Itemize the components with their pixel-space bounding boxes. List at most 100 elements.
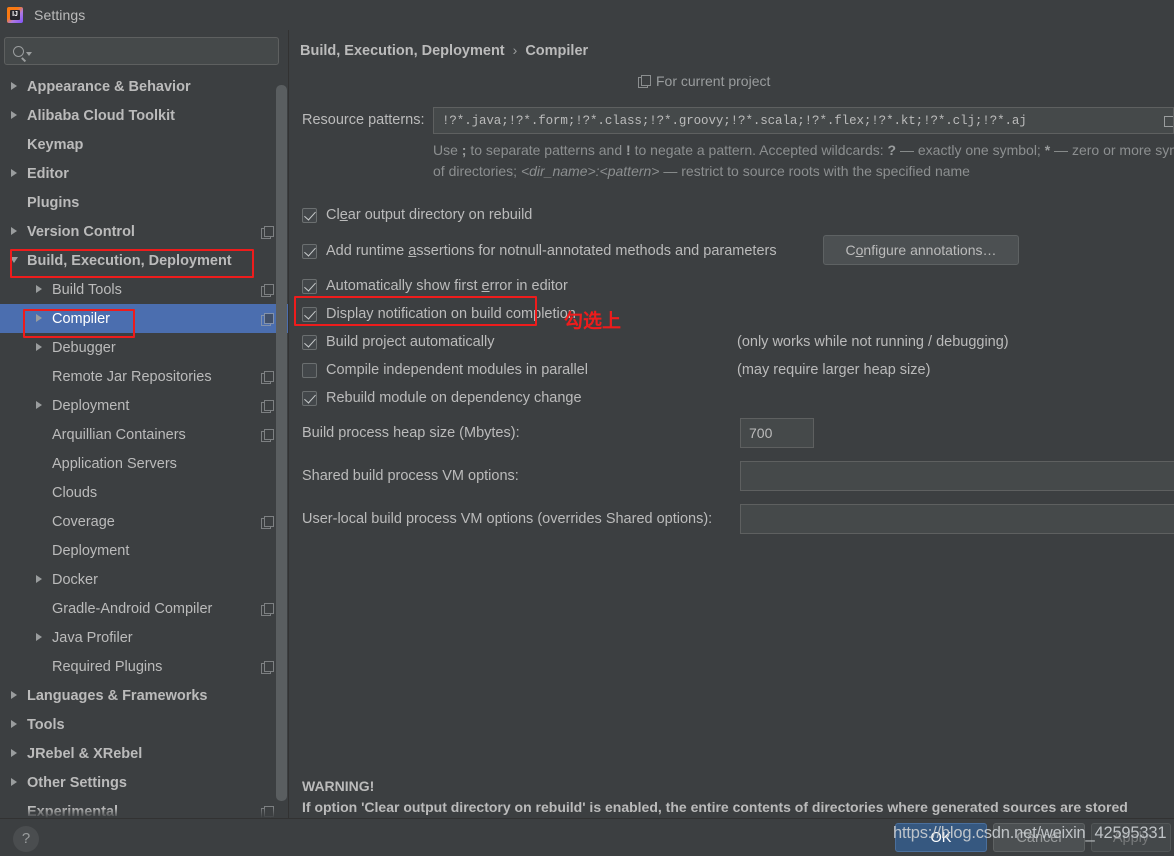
chevron-right-icon[interactable] [10, 111, 19, 120]
search-input[interactable] [37, 39, 278, 63]
sidebar-item-debugger[interactable]: Debugger [0, 333, 288, 362]
chevron-right-icon[interactable] [10, 82, 19, 91]
resource-patterns-label: Resource patterns: [302, 112, 425, 128]
chevron-down-icon[interactable] [10, 256, 19, 265]
checkbox-add-runtime-assertions[interactable]: Add runtime assertions for notnull-annot… [302, 243, 777, 259]
checkbox-box[interactable] [302, 334, 317, 350]
shared-build-vm-options-input[interactable] [741, 462, 1174, 490]
sidebar-item-languages-frameworks[interactable]: Languages & Frameworks [0, 681, 288, 710]
sidebar-item-keymap[interactable]: Keymap [0, 130, 288, 159]
project-scope-icon [261, 515, 274, 529]
checkbox-compile-independent-modules-in-parallel[interactable]: Compile independent modules in parallel [302, 362, 588, 378]
checkbox-box[interactable] [302, 243, 317, 259]
annotation-note-check-this: 勾选上 [564, 311, 622, 332]
sidebar-item-version-control[interactable]: Version Control [0, 217, 288, 246]
sidebar-item-label: Arquillian Containers [52, 426, 186, 443]
warning-line-2: If option 'Clear output directory on reb… [302, 799, 1128, 815]
settings-tree[interactable]: Appearance & Behavior Alibaba Cloud Toolk… [0, 72, 288, 818]
sidebar-item-editor[interactable]: Editor [0, 159, 288, 188]
sidebar-scrollbar[interactable] [276, 85, 287, 805]
chevron-right-icon[interactable] [35, 575, 44, 584]
sidebar-item-docker[interactable]: Docker [0, 565, 288, 594]
expand-field-icon[interactable] [1163, 111, 1173, 131]
sidebar-item-other-settings[interactable]: Other Settings [0, 768, 288, 797]
build-process-heap-size-field[interactable] [740, 418, 814, 448]
checkbox-box[interactable] [302, 306, 317, 322]
project-scope-icon [261, 225, 274, 239]
sidebar-item-label: Required Plugins [52, 658, 163, 675]
sidebar-item-label: Compiler [52, 310, 111, 327]
desc-text: — zero or [1050, 142, 1116, 158]
sidebar-item-label: Keymap [27, 136, 84, 153]
intellij-idea-logo-icon [7, 7, 23, 23]
desc-text: Use [433, 142, 462, 158]
compiler-settings-pane: Build, Execution, Deployment › Compiler … [290, 30, 1174, 818]
user-local-build-vm-options-input[interactable] [741, 505, 1174, 533]
for-current-project-text: For current project [656, 73, 771, 89]
sidebar-item-label: JRebel & XRebel [27, 745, 143, 762]
chevron-right-icon[interactable] [35, 633, 44, 642]
chevron-right-icon[interactable] [10, 227, 19, 236]
sidebar-item-build-execution-deployment[interactable]: Build, Execution, Deployment [0, 246, 288, 275]
sidebar-item-clouds[interactable]: Clouds [0, 478, 288, 507]
configure-annotations-button[interactable]: Configure annotations… [823, 235, 1019, 265]
chevron-right-icon[interactable] [10, 169, 19, 178]
project-scope-icon [261, 602, 274, 616]
checkbox-box[interactable] [302, 207, 317, 223]
chevron-right-icon[interactable] [10, 691, 19, 700]
sidebar-item-plugins[interactable]: Plugins [0, 188, 288, 217]
build-process-heap-size-input[interactable] [741, 419, 813, 447]
resource-patterns-input[interactable] [434, 113, 1173, 128]
sidebar-item-label: Appearance & Behavior [27, 78, 191, 95]
warning-message: WARNING! If option 'Clear output directo… [302, 776, 1128, 818]
sidebar-item-jrebel-xrebel[interactable]: JRebel & XRebel [0, 739, 288, 768]
chevron-right-icon[interactable] [35, 314, 44, 323]
help-button[interactable]: ? [13, 826, 39, 852]
sidebar-item-deployment[interactable]: Deployment [0, 391, 288, 420]
sidebar-scrollbar-thumb[interactable] [276, 85, 287, 801]
sidebar-item-compiler[interactable]: Compiler [0, 304, 288, 333]
checkbox-box[interactable] [302, 278, 317, 294]
checkbox-box[interactable] [302, 362, 317, 378]
project-scope-icon [261, 283, 274, 297]
checkbox-build-project-automatically[interactable]: Build project automatically [302, 334, 494, 350]
sidebar-item-alibaba-cloud-toolkit[interactable]: Alibaba Cloud Toolkit [0, 101, 288, 130]
sidebar-item-application-servers[interactable]: Application Servers [0, 449, 288, 478]
shared-build-vm-options-label: Shared build process VM options: [302, 468, 519, 484]
checkbox-box[interactable] [302, 390, 317, 406]
checkbox-label: Clear output directory on rebuild [326, 207, 533, 223]
shared-build-vm-options-field[interactable] [740, 461, 1174, 491]
sidebar-item-arquillian-containers[interactable]: Arquillian Containers [0, 420, 288, 449]
user-local-build-vm-options-field[interactable] [740, 504, 1174, 534]
sidebar-item-label: Coverage [52, 513, 115, 530]
chevron-right-icon[interactable] [10, 778, 19, 787]
breadcrumb-current: Compiler [525, 43, 589, 59]
search-box[interactable] [4, 37, 279, 65]
chevron-right-icon[interactable] [35, 343, 44, 352]
sidebar-item-coverage[interactable]: Coverage [0, 507, 288, 536]
window-titlebar: Settings [0, 0, 1174, 30]
checkbox-rebuild-module-on-dependency-change[interactable]: Rebuild module on dependency change [302, 390, 582, 406]
sidebar-item-java-profiler[interactable]: Java Profiler [0, 623, 288, 652]
sidebar-item-build-tools[interactable]: Build Tools [0, 275, 288, 304]
sidebar-item-gradle-android-compiler[interactable]: Gradle-Android Compiler [0, 594, 288, 623]
checkbox-clear-output-directory-on-rebuild[interactable]: Clear output directory on rebuild [302, 207, 532, 223]
sidebar-item-appearance-behavior[interactable]: Appearance & Behavior [0, 72, 288, 101]
breadcrumb-parent[interactable]: Build, Execution, Deployment [300, 43, 505, 59]
checkbox-display-notification-on-build-completion[interactable]: Display notification on build completion [302, 306, 576, 322]
checkbox-automatically-show-first-error[interactable]: Automatically show first error in editor [302, 278, 568, 294]
sidebar-bottom-fade [0, 808, 288, 818]
chevron-right-icon[interactable] [10, 749, 19, 758]
chevron-right-icon[interactable] [10, 720, 19, 729]
chevron-right-icon[interactable] [35, 401, 44, 410]
chevron-down-icon[interactable] [26, 51, 32, 56]
sidebar-item-required-plugins[interactable]: Required Plugins [0, 652, 288, 681]
sidebar-item-tools[interactable]: Tools [0, 710, 288, 739]
sidebar-item-remote-jar-repositories[interactable]: Remote Jar Repositories [0, 362, 288, 391]
resource-patterns-field[interactable] [433, 107, 1174, 134]
sidebar-item-deployment[interactable]: Deployment [0, 536, 288, 565]
chevron-right-icon[interactable] [35, 285, 44, 294]
